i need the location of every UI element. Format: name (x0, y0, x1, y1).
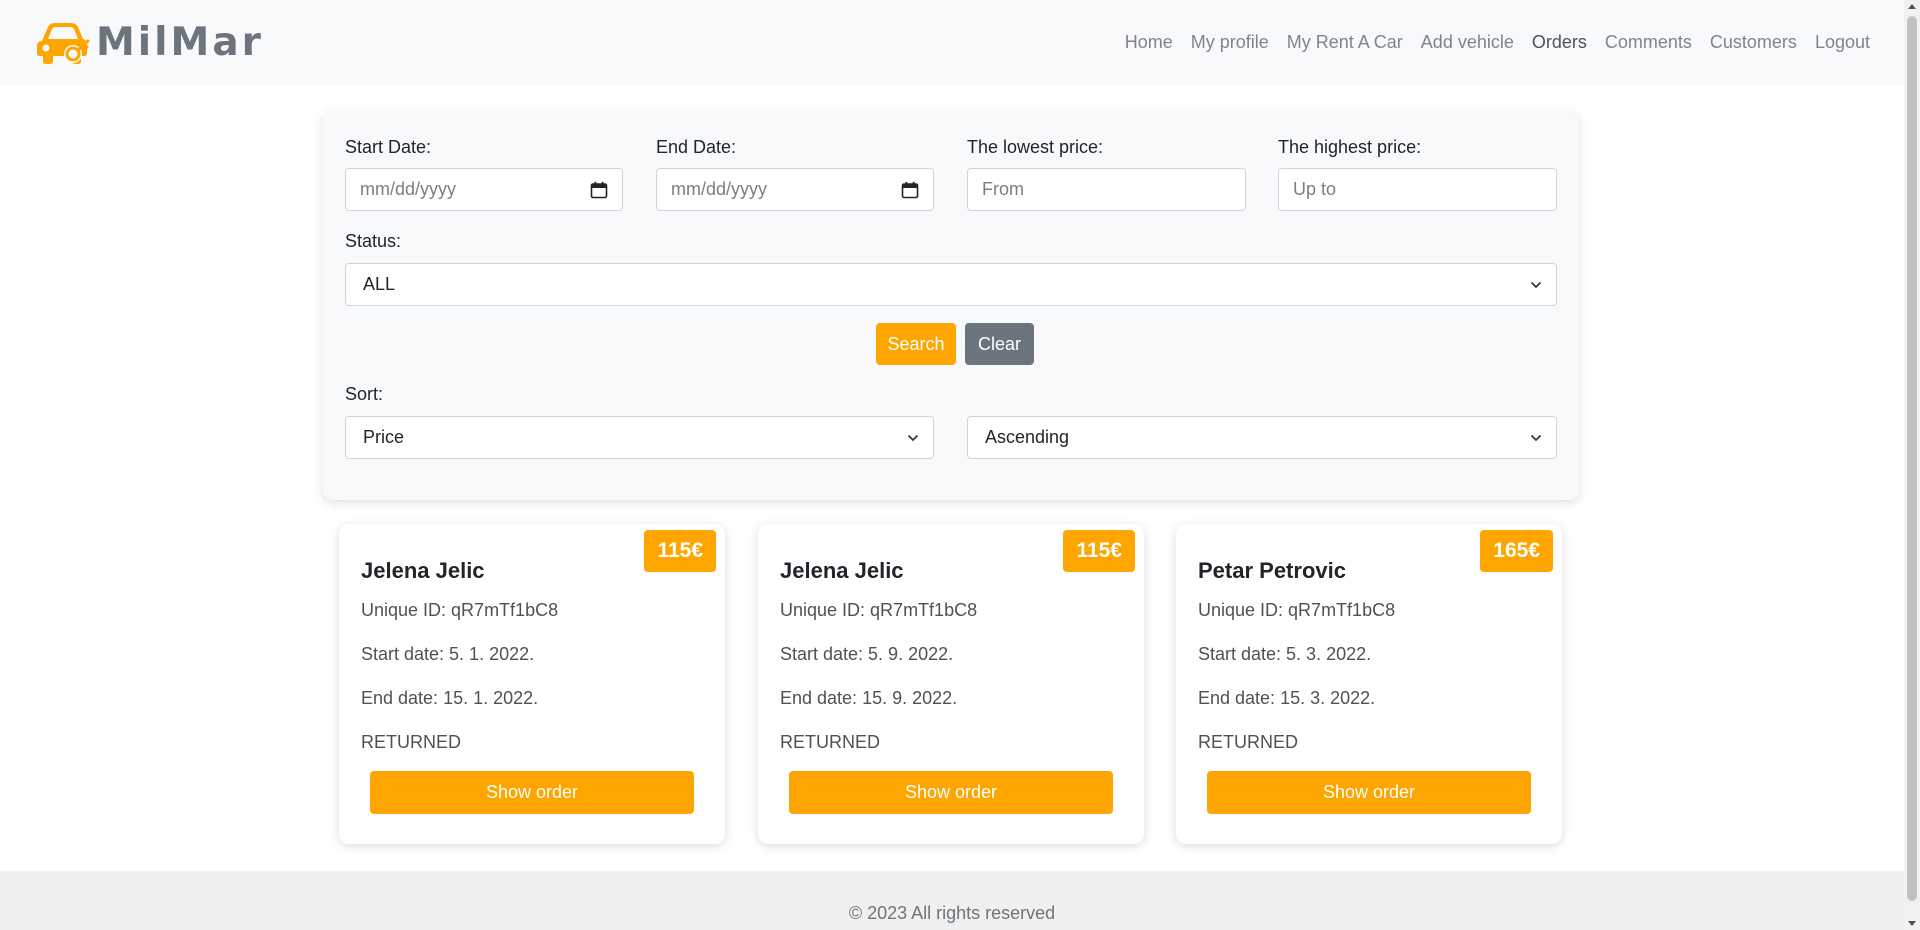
scroll-thumb[interactable] (1907, 16, 1917, 901)
start-date: Start date: 5. 9. 2022. (780, 644, 954, 664)
unique-id: Unique ID: qR7mTf1bC8 (780, 600, 978, 620)
price-badge: 115€ (1063, 530, 1135, 572)
order-status: RETURNED (1198, 732, 1299, 752)
start-date-label: Start Date: (345, 137, 432, 157)
nav-orders[interactable]: Orders (1523, 0, 1596, 85)
show-order-button[interactable]: Show order (370, 771, 694, 814)
lowest-price-label: The lowest price: (967, 137, 1104, 157)
start-date-placeholder: mm/dd/yyyy (360, 179, 457, 199)
sort-field-value: Price (363, 427, 405, 447)
vertical-scrollbar[interactable] (1904, 0, 1920, 930)
end-date: End date: 15. 9. 2022. (780, 688, 958, 708)
unique-id: Unique ID: qR7mTf1bC8 (361, 600, 559, 620)
nav-logout[interactable]: Logout (1806, 0, 1879, 85)
end-date-placeholder: mm/dd/yyyy (671, 179, 768, 199)
filter-panel: Start Date: mm/dd/yyyy End Date: mm/dd/y… (323, 110, 1579, 500)
price-badge: 165€ (1480, 530, 1553, 572)
sort-direction-value: Ascending (985, 427, 1070, 447)
start-date: Start date: 5. 3. 2022. (1198, 644, 1372, 664)
status-select[interactable]: ALL (345, 263, 1557, 306)
order-status: RETURNED (780, 732, 881, 752)
order-card: 115€ Jelena Jelic Unique ID: qR7mTf1bC8 … (339, 524, 725, 844)
scroll-down-icon[interactable] (1908, 921, 1916, 926)
lowest-price-input[interactable]: From (967, 168, 1246, 211)
customer-name: Jelena Jelic (361, 558, 485, 583)
chevron-down-icon (1530, 434, 1542, 441)
nav-comments[interactable]: Comments (1596, 0, 1701, 85)
start-date-input[interactable]: mm/dd/yyyy (345, 168, 623, 211)
status-label: Status: (345, 231, 402, 251)
customer-name: Jelena Jelic (780, 558, 904, 583)
start-date: Start date: 5. 1. 2022. (361, 644, 535, 664)
nav-my-rent-a-car[interactable]: My Rent A Car (1278, 0, 1412, 85)
nav-add-vehicle[interactable]: Add vehicle (1412, 0, 1523, 85)
lowest-price-placeholder: From (982, 179, 1024, 199)
highest-price-label: The highest price: (1278, 137, 1422, 157)
status-value: ALL (363, 274, 396, 294)
search-button[interactable]: Search (876, 323, 956, 365)
end-date: End date: 15. 1. 2022. (361, 688, 539, 708)
navbar: MilMar Home My profile My Rent A Car Add… (0, 0, 1904, 85)
chevron-down-icon (1530, 281, 1542, 288)
unique-id: Unique ID: qR7mTf1bC8 (1198, 600, 1396, 620)
clear-button[interactable]: Clear (965, 323, 1034, 365)
price-badge: 115€ (644, 530, 716, 572)
end-date-label: End Date: (656, 137, 737, 157)
highest-price-placeholder: Up to (1293, 179, 1337, 199)
order-status: RETURNED (361, 732, 462, 752)
calendar-icon[interactable] (901, 181, 919, 199)
end-date-input[interactable]: mm/dd/yyyy (656, 168, 934, 211)
nav-customers[interactable]: Customers (1701, 0, 1806, 85)
customer-name: Petar Petrovic (1198, 558, 1346, 583)
sort-direction-select[interactable]: Ascending (967, 416, 1557, 459)
brand[interactable]: MilMar (34, 19, 264, 67)
nav-home[interactable]: Home (1116, 0, 1182, 85)
end-date: End date: 15. 3. 2022. (1198, 688, 1376, 708)
sort-field-select[interactable]: Price (345, 416, 934, 459)
sort-label: Sort: (345, 384, 384, 404)
nav-my-profile[interactable]: My profile (1182, 0, 1278, 85)
car-key-icon (37, 22, 90, 64)
show-order-button[interactable]: Show order (789, 771, 1113, 814)
highest-price-input[interactable]: Up to (1278, 168, 1557, 211)
copyright-text: © 2023 All rights reserved (848, 903, 1056, 923)
order-card: 165€ Petar Petrovic Unique ID: qR7mTf1bC… (1176, 524, 1562, 844)
chevron-down-icon (907, 434, 919, 441)
brand-name: MilMar (96, 20, 264, 65)
order-card: 115€ Jelena Jelic Unique ID: qR7mTf1bC8 … (758, 524, 1144, 844)
page: MilMar Home My profile My Rent A Car Add… (0, 0, 1904, 930)
scroll-up-icon[interactable] (1908, 4, 1916, 9)
nav-links: Home My profile My Rent A Car Add vehicl… (1116, 0, 1879, 85)
show-order-button[interactable]: Show order (1207, 771, 1531, 814)
calendar-icon[interactable] (590, 181, 608, 199)
footer: © 2023 All rights reserved (0, 871, 1904, 930)
